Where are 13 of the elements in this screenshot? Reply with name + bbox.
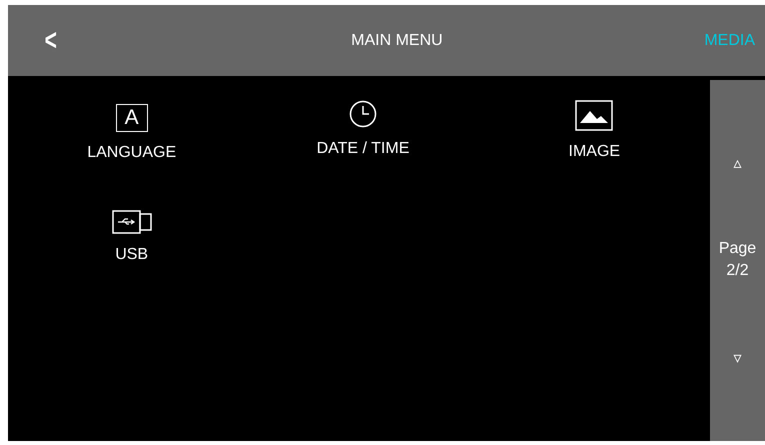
menu-label[interactable]: LANGUAGE xyxy=(87,144,176,162)
language-icon[interactable]: A xyxy=(116,104,148,132)
image-icon[interactable] xyxy=(575,100,614,131)
screen-title: MAIN MENU xyxy=(351,32,443,50)
menu-label[interactable]: DATE / TIME xyxy=(316,140,410,158)
clock-icon[interactable] xyxy=(348,100,377,128)
menu-label[interactable]: IMAGE xyxy=(568,143,620,161)
menu-label[interactable]: USB xyxy=(115,246,148,264)
page-indicator: Page 2/2 xyxy=(718,239,756,282)
page-up-button[interactable]: ▵ xyxy=(734,152,742,173)
usb-icon[interactable] xyxy=(112,210,152,234)
back-button[interactable]: < xyxy=(44,24,57,58)
page-down-button[interactable]: ▿ xyxy=(734,348,742,368)
